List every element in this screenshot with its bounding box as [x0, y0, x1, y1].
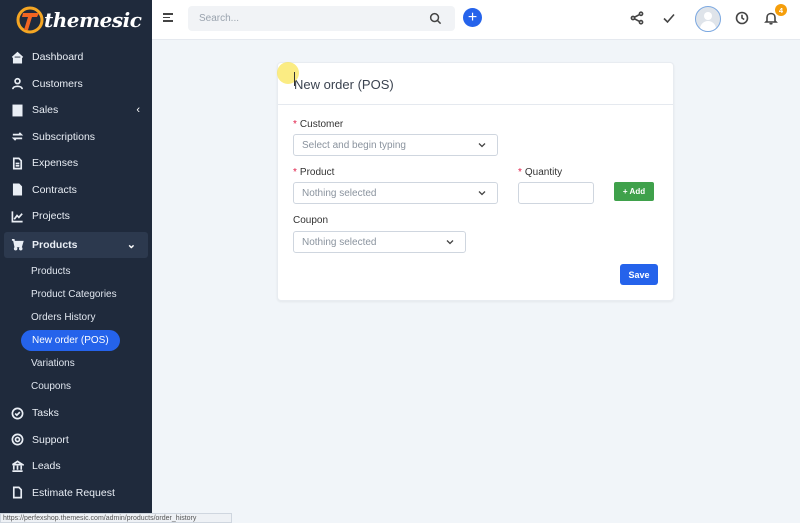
status-bar-url: https://perfexshop.themesic.com/admin/pr…	[0, 513, 232, 523]
plus-icon: +	[622, 187, 628, 196]
product-select-placeholder: Nothing selected	[302, 187, 377, 199]
chevron-down-icon	[446, 240, 454, 245]
sidebar-item-expenses[interactable]: Expenses	[0, 150, 152, 177]
leads-icon	[10, 459, 24, 473]
sidebar-item-support[interactable]: Support	[0, 427, 152, 454]
chevron-left-icon: ‹	[136, 104, 140, 117]
clock-icon[interactable]	[735, 11, 749, 25]
sidebar-item-estimate-request[interactable]: Estimate Request	[0, 480, 152, 507]
sidebar-item-label: Tasks	[32, 407, 59, 420]
products-submenu: Products Product Categories Orders Histo…	[0, 260, 152, 398]
chevron-down-icon: ⌄	[126, 239, 136, 252]
submenu-item-label: Variations	[31, 358, 75, 369]
submenu-item-label: Coupons	[31, 381, 72, 392]
logo-icon	[16, 6, 44, 34]
logo-text: themesic	[44, 8, 142, 32]
check-circle-icon	[10, 406, 24, 420]
sidebar: themesic Dashboard Customers Sales ‹ Sub…	[0, 0, 152, 523]
sidebar-item-dashboard[interactable]: Dashboard	[0, 44, 152, 71]
sidebar-item-label: Products	[32, 238, 78, 251]
sidebar-item-label: Leads	[32, 460, 61, 473]
sidebar-item-customers[interactable]: Customers	[0, 71, 152, 98]
document-icon	[10, 486, 24, 500]
sidebar-item-label: Support	[32, 433, 69, 446]
sidebar-item-label: Estimate Request	[32, 486, 115, 499]
sidebar-nav-lower: Tasks Support Leads Estimate Request	[0, 398, 152, 506]
customer-select[interactable]: Select and begin typing	[293, 134, 498, 156]
search-bar	[188, 6, 455, 31]
sidebar-item-contracts[interactable]: Contracts	[0, 177, 152, 204]
sidebar-nav: Dashboard Customers Sales ‹ Subscription…	[0, 40, 152, 258]
text-cursor	[294, 72, 295, 86]
submenu-item-variations[interactable]: Variations	[0, 352, 152, 375]
menu-toggle-icon[interactable]	[163, 13, 173, 23]
checkmark-icon[interactable]	[662, 11, 676, 25]
quantity-label: * Quantity	[518, 167, 563, 178]
sidebar-item-products[interactable]: Products ⌄	[4, 231, 148, 258]
top-header: + 4	[152, 0, 800, 40]
coupon-select[interactable]: Nothing selected	[293, 231, 466, 253]
add-product-button[interactable]: + Add	[614, 182, 654, 201]
sidebar-item-subscriptions[interactable]: Subscriptions	[0, 124, 152, 151]
share-icon[interactable]	[630, 11, 644, 25]
submenu-item-label: Products	[31, 266, 71, 277]
sidebar-item-sales[interactable]: Sales ‹	[0, 97, 152, 124]
chevron-down-icon	[478, 191, 486, 196]
coupon-select-placeholder: Nothing selected	[302, 236, 377, 248]
refresh-icon	[10, 130, 24, 144]
home-icon	[10, 50, 24, 64]
avatar[interactable]	[695, 6, 721, 32]
sidebar-item-label: Subscriptions	[32, 130, 96, 143]
cart-icon	[10, 238, 24, 252]
customer-select-placeholder: Select and begin typing	[302, 139, 406, 151]
submenu-item-products[interactable]: Products	[0, 260, 152, 283]
quantity-input[interactable]	[518, 182, 594, 204]
page-title: New order (POS)	[278, 63, 673, 105]
user-icon	[10, 77, 24, 91]
cursor-highlight	[277, 62, 299, 84]
submenu-item-product-categories[interactable]: Product Categories	[0, 283, 152, 306]
product-select[interactable]: Nothing selected	[293, 182, 498, 204]
document-icon	[10, 183, 24, 197]
sidebar-item-label: Customers	[32, 77, 83, 90]
sidebar-item-projects[interactable]: Projects	[0, 203, 152, 230]
submenu-item-coupons[interactable]: Coupons	[0, 375, 152, 398]
chart-icon	[10, 209, 24, 223]
sidebar-item-label: Contracts	[32, 183, 77, 196]
plus-icon: +	[467, 8, 478, 26]
sidebar-item-label: Projects	[32, 210, 70, 223]
coupon-label: Coupon	[293, 215, 329, 226]
chevron-down-icon	[478, 143, 486, 148]
file-icon	[10, 156, 24, 170]
search-icon[interactable]	[429, 12, 442, 25]
sidebar-item-tasks[interactable]: Tasks	[0, 400, 152, 427]
customer-label: * Customer	[293, 119, 344, 130]
search-input[interactable]	[188, 13, 408, 24]
submenu-item-label: Product Categories	[31, 289, 117, 300]
submenu-item-label: New order (POS)	[21, 330, 120, 351]
product-label: * Product	[293, 167, 335, 178]
receipt-icon	[10, 103, 24, 117]
sidebar-item-label: Dashboard	[32, 51, 84, 64]
notification-badge: 4	[775, 4, 787, 16]
logo[interactable]: themesic	[0, 0, 152, 40]
sidebar-item-leads[interactable]: Leads	[0, 453, 152, 480]
lifebuoy-icon	[10, 433, 24, 447]
quick-create-button[interactable]: +	[463, 8, 482, 27]
submenu-item-label: Orders History	[31, 312, 96, 323]
submenu-item-orders-history[interactable]: Orders History	[0, 306, 152, 329]
sidebar-item-label: Sales	[32, 104, 59, 117]
save-button[interactable]: Save	[620, 264, 658, 285]
sidebar-item-label: Expenses	[32, 157, 79, 170]
submenu-item-new-order-pos[interactable]: New order (POS)	[0, 329, 152, 352]
